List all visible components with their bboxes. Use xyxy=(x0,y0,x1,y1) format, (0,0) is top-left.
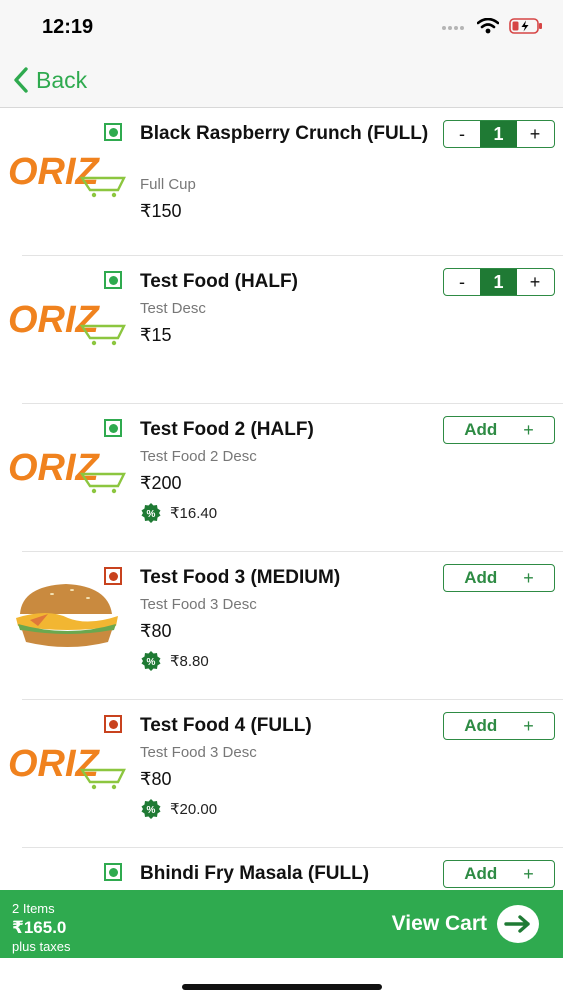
svg-text:%: % xyxy=(147,509,156,520)
item-name: Bhindi Fry Masala (FULL) xyxy=(140,863,370,884)
item-name: Test Food 4 (FULL) xyxy=(140,715,312,736)
item-description: Test Food 3 Desc xyxy=(140,596,257,613)
list-item: ORIZ Test Food 2 (HALF) Test Food 2 Desc… xyxy=(0,404,563,552)
oriz-logo-image: ORIZ xyxy=(8,743,126,790)
item-price: ₹80 xyxy=(140,769,172,789)
add-label: Add xyxy=(464,420,498,439)
add-label: Add xyxy=(464,864,498,883)
status-time: 12:19 xyxy=(42,16,94,38)
discount-icon: % xyxy=(141,503,161,523)
item-discount: % ₹16.40 xyxy=(140,502,217,524)
item-description: Test Food 2 Desc xyxy=(140,448,257,465)
add-button[interactable]: Add + xyxy=(443,564,555,592)
decrement-button[interactable]: - xyxy=(444,269,480,295)
item-name: Test Food 2 (HALF) xyxy=(140,419,314,440)
add-button[interactable]: Add + xyxy=(443,416,555,444)
item-discount: % ₹8.80 xyxy=(140,650,209,672)
menu-list[interactable]: ORIZ Black Raspberry Crunch (FULL) Full … xyxy=(0,108,563,890)
cart-total: ₹165.0 xyxy=(12,918,67,937)
veg-icon xyxy=(104,123,122,141)
quantity-stepper: - 1 + xyxy=(443,268,555,296)
discount-icon: % xyxy=(141,799,161,819)
list-item: ORIZ Black Raspberry Crunch (FULL) Full … xyxy=(0,108,563,256)
item-name: Test Food (HALF) xyxy=(140,271,298,292)
quantity-value: 1 xyxy=(480,269,517,295)
item-discount: % ₹20.00 xyxy=(140,798,217,820)
svg-text:%: % xyxy=(147,805,156,816)
nonveg-icon xyxy=(104,567,122,585)
list-item: ORIZ Test Food 4 (FULL) Test Food 3 Desc… xyxy=(0,700,563,848)
view-cart-button[interactable]: View Cart xyxy=(392,905,539,943)
add-button[interactable]: Add + xyxy=(443,860,555,888)
plus-icon: + xyxy=(523,567,534,588)
plus-icon: + xyxy=(523,863,534,884)
discount-value: ₹16.40 xyxy=(170,505,218,522)
battery-icon xyxy=(509,18,542,34)
veg-icon xyxy=(104,271,122,289)
svg-text:%: % xyxy=(147,657,156,668)
nonveg-icon xyxy=(104,715,122,733)
item-price: ₹15 xyxy=(140,325,172,345)
status-icons xyxy=(441,18,543,34)
discount-value: ₹20.00 xyxy=(170,801,218,818)
arrow-right-icon xyxy=(497,905,539,943)
signal-icon xyxy=(442,26,464,30)
item-price: ₹200 xyxy=(140,473,182,493)
increment-button[interactable]: + xyxy=(517,121,553,147)
item-price: ₹80 xyxy=(140,621,172,641)
quantity-value: 1 xyxy=(480,121,517,147)
item-description: Full Cup xyxy=(140,176,196,193)
back-button[interactable]: Back xyxy=(12,66,87,94)
view-cart-label: View Cart xyxy=(391,912,487,935)
decrement-button[interactable]: - xyxy=(444,121,480,147)
nav-bar: Back xyxy=(0,56,563,108)
bottom-safe-area xyxy=(0,958,563,1000)
oriz-logo-image: ORIZ xyxy=(8,447,126,494)
discount-icon: % xyxy=(141,651,161,671)
back-label: Back xyxy=(36,66,88,93)
increment-button[interactable]: + xyxy=(517,269,553,295)
add-label: Add xyxy=(464,716,498,735)
discount-value: ₹8.80 xyxy=(170,653,209,670)
item-description: Test Desc xyxy=(140,300,206,317)
oriz-logo-image: ORIZ xyxy=(8,299,126,346)
item-description: Test Food 3 Desc xyxy=(140,744,257,761)
oriz-logo-image: ORIZ xyxy=(8,151,126,198)
veg-icon xyxy=(104,863,122,881)
item-name: Black Raspberry Crunch (FULL) xyxy=(140,123,429,144)
cart-taxes-note: plus taxes xyxy=(12,939,71,954)
wifi-icon xyxy=(477,18,499,34)
item-name: Test Food 3 (MEDIUM) xyxy=(140,567,341,588)
plus-icon: + xyxy=(523,715,534,736)
status-bar: 12:19 xyxy=(0,0,563,56)
list-item: ORIZ Test Food (HALF) Test Desc ₹15 - 1 … xyxy=(0,256,563,404)
list-item: Bhindi Fry Masala (FULL) Add + xyxy=(0,848,563,890)
veg-icon xyxy=(104,419,122,437)
quantity-stepper: - 1 + xyxy=(443,120,555,148)
item-price: ₹150 xyxy=(140,201,182,221)
add-button[interactable]: Add + xyxy=(443,712,555,740)
plus-icon: + xyxy=(523,419,534,440)
home-indicator[interactable] xyxy=(182,984,382,990)
cart-item-count: 2 Items xyxy=(12,901,55,916)
add-label: Add xyxy=(464,568,498,587)
back-chevron-icon xyxy=(14,67,28,93)
list-item: Test Food 3 (MEDIUM) Test Food 3 Desc ₹8… xyxy=(0,552,563,700)
cart-bar: 2 Items ₹165.0 plus taxes View Cart xyxy=(0,890,563,958)
